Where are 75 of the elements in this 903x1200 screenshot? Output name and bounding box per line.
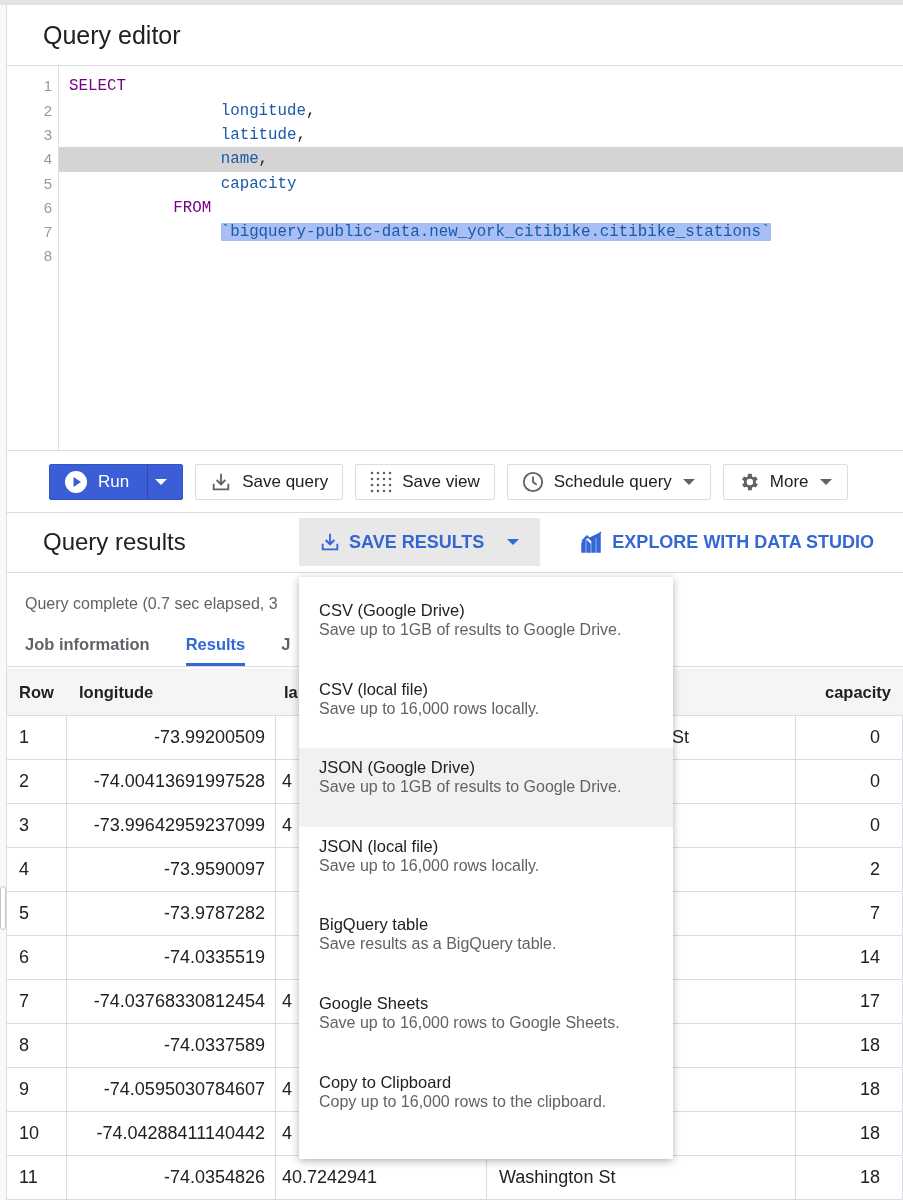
table-cell: 18	[796, 1156, 903, 1200]
table-cell: 5	[7, 892, 67, 936]
table-cell: -74.0335519	[67, 936, 276, 980]
result-tab[interactable]: Job information	[25, 623, 150, 666]
dot-grid-icon	[370, 470, 393, 493]
table-cell: 7	[796, 892, 903, 936]
result-tab[interactable]: J	[281, 623, 291, 666]
column-header: Row	[7, 669, 67, 716]
table-cell: 4	[7, 848, 67, 892]
table-cell: 14	[796, 936, 903, 980]
table-cell: 17	[796, 980, 903, 1024]
column-header: capacity	[796, 669, 903, 716]
table-cell: -73.9590097	[67, 848, 276, 892]
table-cell: -74.0354826	[67, 1156, 276, 1200]
line-number: 2	[42, 100, 53, 121]
table-cell: 1	[7, 716, 67, 760]
save-results-button[interactable]: SAVE RESULTS	[299, 518, 541, 567]
table-cell: 2	[796, 848, 903, 892]
play-icon	[64, 469, 88, 494]
toolbar-button[interactable]: Save query	[195, 463, 344, 500]
menu-item[interactable]: JSON (Google Drive) Save up to 1GB of results to Google Drive.	[299, 748, 673, 827]
result-tab[interactable]: Results	[185, 623, 246, 666]
table-cell: -73.99642959237099	[67, 804, 276, 848]
line-number: 7	[42, 222, 53, 243]
code-line: longitude,	[219, 100, 317, 122]
table-cell: 18	[796, 1112, 903, 1156]
code-line: FROM	[172, 197, 213, 219]
menu-item[interactable]: Google Sheets Save up to 16,000 rows to Google Sheets.	[299, 983, 673, 1063]
table-cell: 10	[7, 1112, 67, 1156]
table-cell: 0	[796, 804, 903, 848]
table-cell: 0	[796, 760, 903, 804]
column-header: longitude	[67, 669, 276, 716]
table-cell: -73.9787282	[67, 892, 276, 936]
menu-item[interactable]: CSV (local file) Save up to 16,000 rows locally.	[299, 669, 673, 749]
menu-item[interactable]: CSV (Google Drive) Save up to 1GB of results to Google Drive.	[299, 591, 673, 670]
table-cell: -74.03768330812454	[67, 980, 276, 1024]
menu-item[interactable]: BigQuery table Save results as a BigQuery table.	[299, 905, 673, 984]
resize-handle[interactable]	[0, 886, 6, 930]
line-number: 8	[42, 246, 53, 267]
table-cell: 18	[796, 1068, 903, 1112]
table-cell: 6	[7, 936, 67, 980]
code-line: SELECT	[68, 76, 127, 98]
table-cell: 3	[7, 804, 67, 848]
table-cell: 2	[7, 760, 67, 804]
table-cell: 9	[7, 1068, 67, 1112]
code-line: latitude,	[219, 124, 307, 146]
menu-item[interactable]: JSON (local file) Save up to 16,000 rows locally.	[299, 826, 673, 906]
panel-title: Query editor	[7, 5, 903, 67]
line-number: 5	[42, 173, 53, 194]
table-cell: 18	[796, 1024, 903, 1068]
chart-icon	[580, 531, 605, 554]
status-text: Query complete (0.7 sec elapsed, 3	[25, 595, 278, 613]
caret-down-icon	[506, 538, 521, 547]
table-cell: 11	[7, 1156, 67, 1200]
table-cell: -74.0337589	[67, 1024, 276, 1068]
table-cell: -74.04288411140442	[67, 1112, 276, 1156]
table-cell: 8	[7, 1024, 67, 1068]
line-number: 6	[42, 197, 53, 218]
line-number: 1	[42, 76, 53, 97]
run-button[interactable]: Run	[49, 463, 184, 500]
line-number: 3	[42, 124, 53, 145]
table-cell: 7	[7, 980, 67, 1024]
toolbar-button[interactable]: Save view	[355, 463, 495, 500]
toolbar-button[interactable]: Schedule query	[506, 463, 711, 500]
line-number: 4	[42, 149, 53, 170]
table-cell: -74.0595030784607	[67, 1068, 276, 1112]
table-cell: -73.99200509	[67, 716, 276, 760]
menu-item[interactable]: Copy to Clipboard Copy up to 16,000 rows to the clipboard.	[299, 1062, 673, 1142]
toolbar-button[interactable]: More	[722, 463, 848, 500]
section-title: Query results	[42, 528, 187, 557]
clock-icon	[521, 470, 544, 493]
explore-link[interactable]: EXPLORE WITH DATA STUDIO	[580, 531, 875, 554]
code-line: capacity	[219, 173, 298, 195]
table-cell: -74.00413691997528	[67, 760, 276, 804]
table-cell: 0	[796, 716, 903, 760]
